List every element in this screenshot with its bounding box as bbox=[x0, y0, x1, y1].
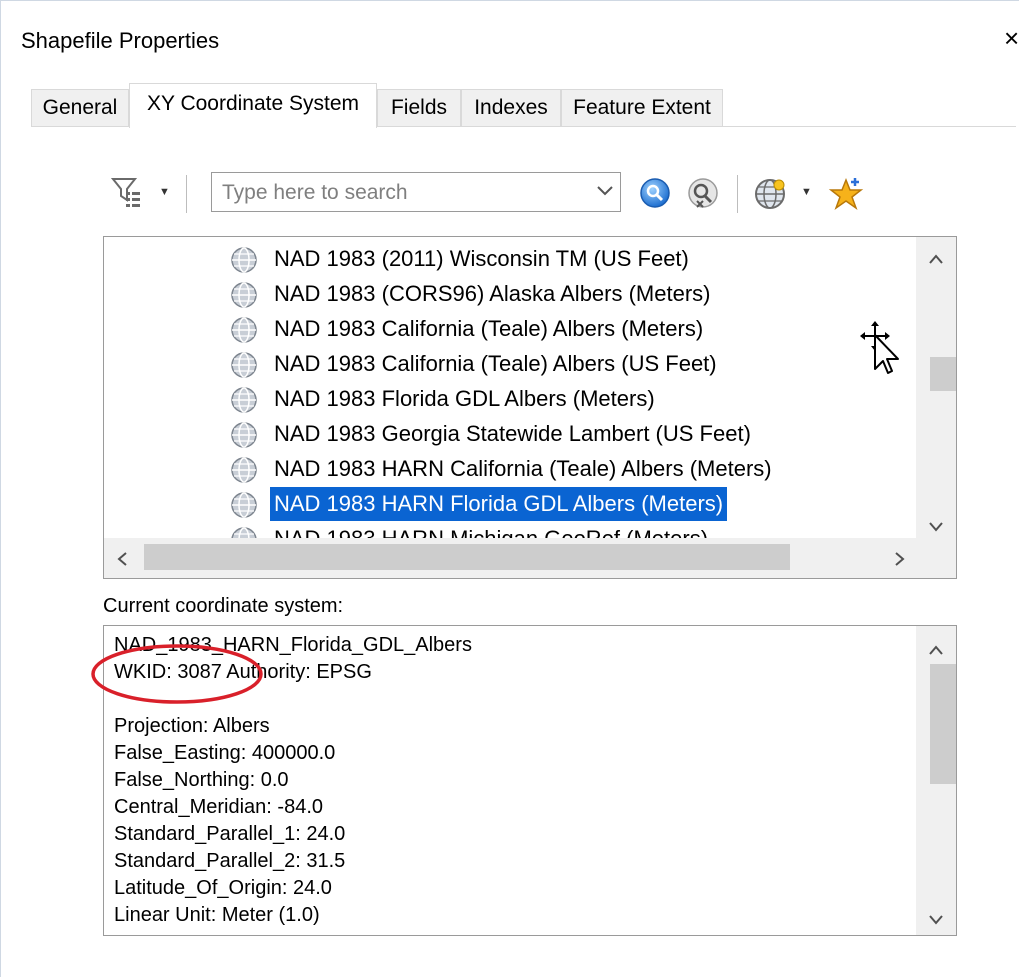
coordinate-system-list: NAD 1983 (2011) Wisconsin TM (US Feet) NA… bbox=[103, 236, 957, 579]
globe-icon bbox=[231, 492, 257, 518]
chevron-down-icon[interactable] bbox=[596, 179, 614, 203]
toolbar-separator bbox=[186, 175, 187, 213]
scroll-down-icon[interactable] bbox=[928, 515, 944, 537]
detail-line: Central_Meridian: -84.0 bbox=[114, 796, 323, 818]
list-item-label: NAD 1983 HARN Michigan GeoRef (Meters) bbox=[274, 526, 709, 539]
scroll-left-icon[interactable] bbox=[116, 549, 128, 571]
clear-search-icon[interactable] bbox=[685, 176, 721, 210]
detail-line: Projection: Albers bbox=[114, 715, 270, 737]
scroll-down-icon[interactable] bbox=[928, 908, 944, 930]
list-horizontal-scroll-thumb[interactable] bbox=[144, 544, 790, 570]
list-vertical-scroll-thumb[interactable] bbox=[930, 357, 956, 392]
globe-icon[interactable] bbox=[753, 177, 787, 211]
move-cursor-icon bbox=[860, 321, 899, 374]
list-horizontal-scrollbar[interactable] bbox=[104, 538, 916, 578]
search-combobox[interactable] bbox=[211, 172, 621, 212]
tab-xy-coordinate-system[interactable]: XY Coordinate System bbox=[129, 83, 377, 128]
list-item-label: NAD 1983 California (Teale) Albers (US F… bbox=[274, 351, 717, 376]
list-item-label: NAD 1983 California (Teale) Albers (Mete… bbox=[274, 316, 704, 341]
filter-icon[interactable] bbox=[111, 176, 149, 210]
toolbar-separator bbox=[737, 175, 738, 213]
current-coordinate-system-label: Current coordinate system: bbox=[103, 595, 344, 617]
details-vertical-scroll-thumb[interactable] bbox=[930, 664, 956, 784]
globe-icon bbox=[231, 387, 257, 413]
scroll-up-icon[interactable] bbox=[928, 247, 944, 269]
list-item-label: NAD 1983 (CORS96) Alaska Albers (Meters) bbox=[274, 281, 711, 306]
scroll-right-icon[interactable] bbox=[894, 549, 906, 571]
wkid-highlight-annotation bbox=[91, 644, 263, 704]
list-vertical-scrollbar[interactable] bbox=[916, 237, 956, 539]
detail-line: False_Easting: 400000.0 bbox=[114, 742, 336, 764]
details-vertical-scrollbar[interactable] bbox=[916, 626, 956, 935]
detail-line: Latitude_Of_Origin: 24.0 bbox=[114, 877, 332, 899]
globe-icon bbox=[231, 352, 257, 378]
search-input[interactable] bbox=[220, 176, 584, 210]
tab-fields[interactable]: Fields bbox=[377, 89, 461, 126]
detail-line: False_Northing: 0.0 bbox=[114, 769, 289, 791]
filter-dropdown-caret-icon[interactable]: ▼ bbox=[159, 186, 170, 198]
magnifier-icon[interactable] bbox=[639, 177, 671, 209]
globe-icon bbox=[231, 317, 257, 343]
detail-line: Linear Unit: Meter (1.0) bbox=[114, 904, 320, 926]
globe-icon bbox=[231, 422, 257, 448]
close-icon[interactable]: × bbox=[1004, 25, 1019, 51]
coordinate-list-viewport[interactable]: NAD 1983 (2011) Wisconsin TM (US Feet) NA… bbox=[104, 237, 916, 539]
list-item-label: NAD 1983 Florida GDL Albers (Meters) bbox=[274, 386, 655, 411]
globe-icon bbox=[231, 282, 257, 308]
add-favorite-star-icon[interactable] bbox=[827, 175, 865, 213]
list-item-label: NAD 1983 Georgia Statewide Lambert (US F… bbox=[274, 421, 751, 446]
tab-feature-extent[interactable]: Feature Extent bbox=[561, 89, 723, 126]
dialog-title: Shapefile Properties bbox=[21, 28, 220, 53]
shapefile-properties-dialog: Shapefile Properties × General XY Coordi… bbox=[0, 0, 1019, 977]
detail-line: Standard_Parallel_2: 31.5 bbox=[114, 850, 346, 872]
globe-icon bbox=[231, 247, 257, 273]
tab-general[interactable]: General bbox=[31, 89, 129, 126]
list-item-label: NAD 1983 HARN California (Teale) Albers … bbox=[274, 456, 772, 481]
scroll-up-icon[interactable] bbox=[928, 638, 944, 660]
tab-strip: General XY Coordinate System Fields Inde… bbox=[31, 83, 791, 128]
scrollbar-corner bbox=[916, 538, 956, 578]
globe-icon bbox=[231, 457, 257, 483]
list-item-label: NAD 1983 (2011) Wisconsin TM (US Feet) bbox=[274, 246, 689, 271]
detail-line: Standard_Parallel_1: 24.0 bbox=[114, 823, 346, 845]
globe-dropdown-caret-icon[interactable]: ▼ bbox=[801, 186, 812, 198]
list-item-label: NAD 1983 HARN Florida GDL Albers (Meters… bbox=[268, 486, 729, 522]
tab-indexes[interactable]: Indexes bbox=[461, 89, 561, 126]
